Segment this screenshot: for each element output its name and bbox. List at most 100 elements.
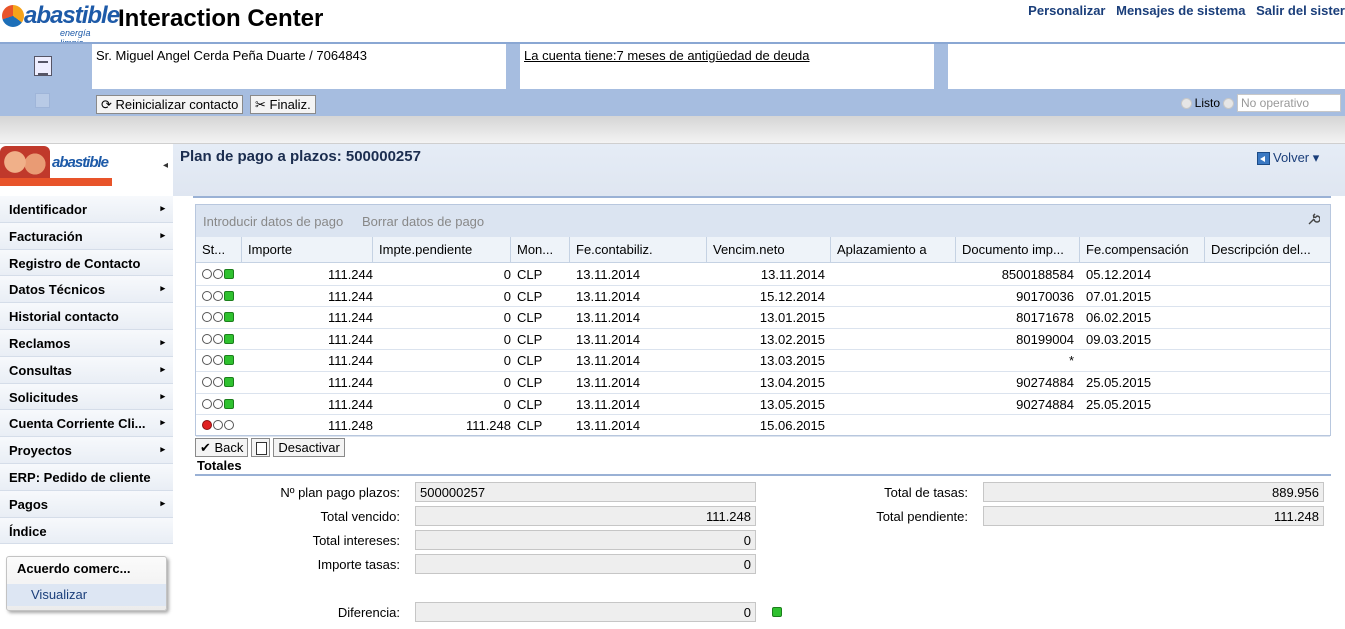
col-importe[interactable]: Importe <box>242 237 373 263</box>
link-salir[interactable]: Salir del sister <box>1256 3 1345 18</box>
traffic-light-icon <box>202 264 234 285</box>
col-fe-contabiliz[interactable]: Fe.contabiliz. <box>570 237 707 263</box>
nav-item-reclamos[interactable]: Reclamos ▸ <box>0 329 173 357</box>
cell-comp <box>1086 415 1205 436</box>
app-header: abastible energía limpia Interaction Cen… <box>0 0 1345 48</box>
cell-venc: 13.11.2014 <box>760 267 825 282</box>
table-toolbar: Introducir datos de pago Borrar datos de… <box>196 205 1330 237</box>
table-row[interactable]: 111.244 0 CLP 13.11.2014 13.02.2015 80199004 0… <box>196 329 1330 351</box>
nav-item-identificador[interactable]: Identificador ▸ <box>0 196 173 223</box>
nav-item-registro-contacto[interactable]: Registro de Contacto <box>0 249 173 277</box>
nav-item-label: ERP: Pedido de cliente <box>9 469 151 485</box>
nav-item-pagos[interactable]: Pagos ▸ <box>0 490 173 518</box>
logo-ball-icon <box>2 5 24 27</box>
cell-aplaz <box>837 264 956 285</box>
cell-comp: 09.03.2015 <box>1086 331 1152 347</box>
cell-desc <box>1211 415 1330 436</box>
page-header: Plan de pago a plazos: 500000257 Volver … <box>173 144 1345 196</box>
status-listo-radio[interactable] <box>1180 97 1192 109</box>
cell-contab: 13.11.2014 <box>576 331 641 347</box>
debt-alert-link[interactable]: La cuenta tiene:7 meses de antigüedad de… <box>520 44 934 89</box>
placeholder-icon <box>35 93 50 108</box>
nav-item-datos-tecnicos[interactable]: Datos Técnicos ▸ <box>0 276 173 304</box>
volver-button[interactable]: Volver ▾ <box>1257 150 1319 166</box>
finalize-button[interactable]: ✂ Finaliz. <box>250 95 316 114</box>
col-fe-compensacion[interactable]: Fe.compensación <box>1080 237 1205 263</box>
cell-aplaz <box>837 286 956 307</box>
edit-icon[interactable] <box>251 438 271 457</box>
wrench-icon[interactable] <box>1306 213 1320 227</box>
nav-item-indice[interactable]: Índice <box>0 517 173 545</box>
left-navigation: abastible ◂ Identificador ▸ Facturación ▸ … <box>0 144 173 629</box>
cell-venc: 15.06.2015 <box>759 418 825 434</box>
status-noop-radio[interactable] <box>1223 97 1234 109</box>
cell-importe: 111.244 <box>327 288 373 304</box>
cell-desc <box>1211 307 1330 328</box>
arrow-right-icon: ▸ <box>160 417 165 428</box>
cell-doc: 90274884 <box>1016 396 1074 412</box>
cell-aplaz <box>837 415 956 436</box>
table-row[interactable]: 111.244 0 CLP 13.11.2014 13.04.2015 90274884 2… <box>196 372 1330 394</box>
nav-item-label: Identificador <box>9 202 88 217</box>
visualizar-link[interactable]: Visualizar <box>7 584 166 606</box>
table-row[interactable]: 111.244 0 CLP 13.11.2014 13.01.2015 80171678 0… <box>196 307 1330 329</box>
nav-item-proyectos[interactable]: Proyectos ▸ <box>0 437 173 464</box>
nav-item-consultas[interactable]: Consultas ▸ <box>0 356 173 384</box>
cell-importe: 111.248 <box>327 418 373 434</box>
total-intereses-field: 0 <box>415 530 756 550</box>
col-moneda[interactable]: Mon... <box>511 237 570 263</box>
cell-venc: 13.02.2015 <box>759 331 825 347</box>
totales-divider <box>195 474 1331 476</box>
notes-icon[interactable] <box>34 56 52 76</box>
cell-venc: 13.04.2015 <box>759 375 825 390</box>
total-pendiente-field: 111.248 <box>983 506 1324 526</box>
nro-plan-label: Nº plan pago plazos: <box>280 485 400 500</box>
borrar-pago-button[interactable]: Borrar datos de pago <box>362 214 484 229</box>
reset-contact-button[interactable]: ⟳ Reinicializar contacto <box>96 95 244 114</box>
col-vencim-neto[interactable]: Vencim.neto <box>707 237 831 263</box>
total-tasas-field: 889.956 <box>983 482 1324 502</box>
cell-importe: 111.244 <box>327 375 373 390</box>
cell-doc: 80199004 <box>1016 331 1074 347</box>
cell-contab: 13.11.2014 <box>576 288 641 304</box>
col-documento-imp[interactable]: Documento imp... <box>956 237 1080 263</box>
cell-pendiente: 111.248 <box>465 418 511 434</box>
col-impte-pendiente[interactable]: Impte.pendiente <box>373 237 511 263</box>
separator-band <box>0 116 1345 144</box>
cell-comp: 07.01.2015 <box>1086 288 1152 304</box>
total-pendiente-label: Total pendiente: <box>876 509 968 524</box>
arrow-right-icon: ▸ <box>160 229 165 240</box>
agent-status: Listo No operativo <box>1180 94 1341 112</box>
table-row[interactable]: 111.248 111.248 CLP 13.11.2014 15.06.2015 <box>196 415 1330 437</box>
col-status[interactable]: St... <box>196 237 242 263</box>
nav-item-label: Datos Técnicos <box>9 282 106 298</box>
collapse-nav-icon[interactable]: ◂ <box>163 160 168 171</box>
col-descripcion[interactable]: Descripción del... <box>1205 237 1330 263</box>
nav-item-facturacion[interactable]: Facturación ▸ <box>0 222 173 250</box>
introducir-pago-button[interactable]: Introducir datos de pago <box>203 214 343 229</box>
desactivar-button[interactable]: Desactivar <box>273 438 345 457</box>
table-header: St... Importe Impte.pendiente Mon... Fe.… <box>196 237 1330 263</box>
nav-item-cuenta-corriente[interactable]: Cuenta Corriente Cli... ▸ <box>0 410 173 438</box>
table-actions: ✔ Back Desactivar <box>195 438 345 457</box>
arrow-right-icon: ▸ <box>160 497 165 508</box>
link-mensajes-sistema[interactable]: Mensajes de sistema <box>1116 3 1245 18</box>
table-row[interactable]: 111.244 0 CLP 13.11.2014 13.03.2015 * <box>196 350 1330 372</box>
cell-contab: 13.11.2014 <box>576 418 641 434</box>
cell-venc: 15.12.2014 <box>759 288 825 304</box>
nav-item-historial[interactable]: Historial contacto <box>0 303 173 330</box>
col-aplazamiento[interactable]: Aplazamiento a <box>831 237 956 263</box>
nav-item-erp-pedido[interactable]: ERP: Pedido de cliente <box>0 463 173 491</box>
status-noop-field[interactable]: No operativo <box>1237 94 1341 112</box>
nav-logo: abastible <box>0 144 112 188</box>
table-row[interactable]: 111.244 0 CLP 13.11.2014 13.05.2015 90274884 2… <box>196 394 1330 416</box>
table-row[interactable]: 111.244 0 CLP 13.11.2014 15.12.2014 90170036 0… <box>196 286 1330 308</box>
nav-item-solicitudes[interactable]: Solicitudes ▸ <box>0 383 173 411</box>
app-title: Interaction Center <box>118 5 324 32</box>
arrow-right-icon: ▸ <box>160 336 165 347</box>
back-button[interactable]: ✔ Back <box>195 438 249 457</box>
link-personalizar[interactable]: Personalizar <box>1028 3 1105 18</box>
cell-pendiente: 0 <box>503 331 511 347</box>
arrow-right-icon: ▸ <box>160 390 165 401</box>
table-row[interactable]: 111.244 0 CLP 13.11.2014 13.11.2014 850018858… <box>196 264 1330 286</box>
